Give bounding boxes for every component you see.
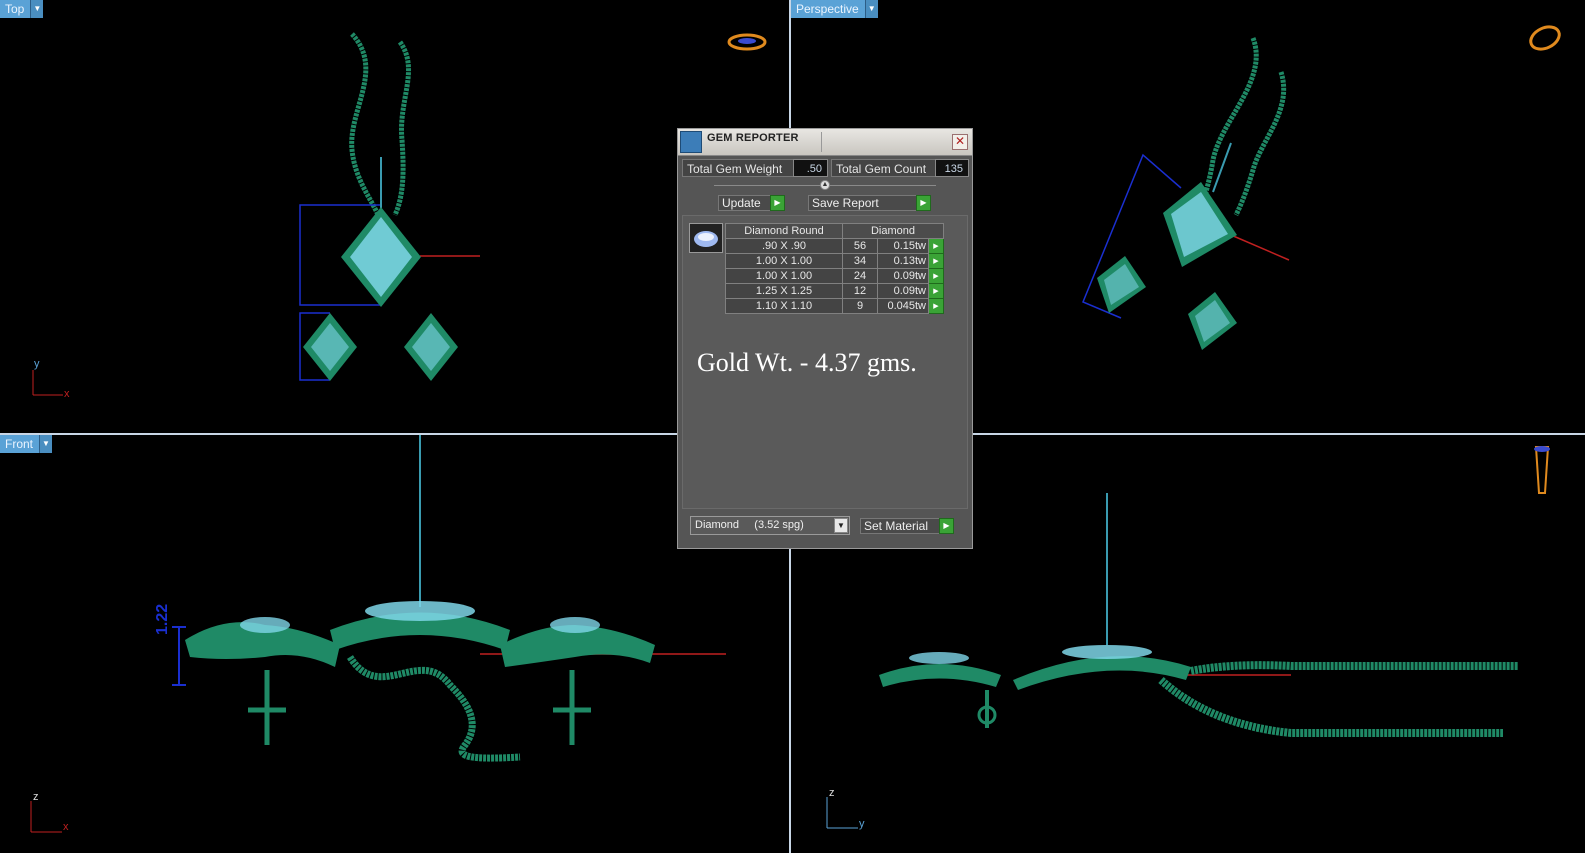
total-gem-count-value: 135 <box>935 159 969 177</box>
gem-reporter-icon <box>680 131 702 153</box>
report-panel: Diamond Round Diamond .90 X .90 56 0.15t… <box>682 215 968 509</box>
chevron-down-icon[interactable]: ▼ <box>834 518 848 533</box>
viewport-menu-chevron-icon[interactable]: ▼ <box>39 435 53 453</box>
table-row[interactable]: 1.00 X 1.00 34 0.13tw ▶ <box>725 253 944 269</box>
top-view-canvas <box>32 32 767 396</box>
ring-view-icon <box>1534 446 1550 494</box>
dimension-value: 1.22 <box>154 603 171 635</box>
gem-weight: 0.15tw <box>877 238 929 254</box>
select-row-arrow-icon[interactable]: ▶ <box>928 238 944 254</box>
gem-size: 1.10 X 1.10 <box>725 298 843 314</box>
dialog-titlebar[interactable]: GEM REPORTER ✕ <box>678 129 972 156</box>
viewport-menu-chevron-icon[interactable]: ▼ <box>30 0 44 18</box>
viewport-menu-chevron-icon[interactable]: ▼ <box>864 0 878 18</box>
play-arrow-icon[interactable]: ▶ <box>916 195 931 211</box>
save-report-button-label: Save Report <box>812 196 879 210</box>
axis-label-x: x <box>64 388 70 400</box>
totals-row: Total Gem Weight .50 Total Gem Count 135 <box>682 159 969 178</box>
select-row-arrow-icon[interactable]: ▶ <box>928 298 944 314</box>
axis-label-z: z <box>33 791 39 803</box>
gold-weight-text: Gold Wt. - 4.37 gms. <box>697 348 917 377</box>
ring-view-icon <box>1529 25 1561 51</box>
titlebar-divider <box>821 132 822 152</box>
total-gem-weight-value: .50 <box>793 159 828 177</box>
gem-table: Diamond Round Diamond .90 X .90 56 0.15t… <box>725 223 944 314</box>
gem-weight: 0.09tw <box>877 283 929 299</box>
diamond-round-thumbnail[interactable] <box>689 223 723 253</box>
viewport-top[interactable]: Top ▼ y x <box>0 0 789 433</box>
gem-count: 9 <box>842 298 878 314</box>
chain-right-strand <box>392 40 411 217</box>
gem-size: .90 X .90 <box>725 238 843 254</box>
table-row[interactable]: 1.00 X 1.00 24 0.09tw ▶ <box>725 268 944 284</box>
viewport-name[interactable]: Top <box>0 0 31 18</box>
material-select[interactable]: Diamond (3.52 spg) ▼ <box>690 516 850 535</box>
set-material-button[interactable]: Set Material ▶ <box>860 518 954 534</box>
collapse-toggle-icon[interactable]: ▲ <box>820 180 830 190</box>
material-row: Diamond (3.52 spg) ▼ Set Material ▶ <box>690 516 966 536</box>
viewport-label-front[interactable]: Front ▼ <box>0 435 53 453</box>
gem-size: 1.25 X 1.25 <box>725 283 843 299</box>
set-material-button-label: Set Material <box>864 519 929 533</box>
front-view-canvas <box>30 435 726 833</box>
dialog-title: GEM REPORTER <box>707 132 799 144</box>
gem-size: 1.00 X 1.00 <box>725 253 843 269</box>
select-row-arrow-icon[interactable]: ▶ <box>928 253 944 269</box>
play-arrow-icon[interactable]: ▶ <box>939 518 954 534</box>
gem-count: 56 <box>842 238 878 254</box>
save-report-button[interactable]: Save Report ▶ <box>808 195 931 211</box>
update-button-label: Update <box>722 196 761 210</box>
axis-label-y: y <box>859 818 865 830</box>
gem-weight: 0.13tw <box>877 253 929 269</box>
gem-reporter-dialog[interactable]: GEM REPORTER ✕ Total Gem Weight .50 Tota… <box>677 128 973 549</box>
axis-label-z: z <box>829 787 835 799</box>
viewport-front[interactable]: Front ▼ 1.22 z x <box>0 435 789 853</box>
material-select-value: Diamond (3.52 spg) <box>695 519 804 531</box>
viewport-label-perspective[interactable]: Perspective ▼ <box>791 0 878 18</box>
viewport-name[interactable]: Front <box>0 435 40 453</box>
table-row[interactable]: 1.10 X 1.10 9 0.045tw ▶ <box>725 298 944 314</box>
table-row[interactable]: 1.25 X 1.25 12 0.09tw ▶ <box>725 283 944 299</box>
gem-count: 34 <box>842 253 878 269</box>
viewport-label-top[interactable]: Top ▼ <box>0 0 44 18</box>
column-header-shape: Diamond Round <box>725 223 843 239</box>
gem-weight: 0.09tw <box>877 268 929 284</box>
total-gem-weight-label: Total Gem Weight <box>682 159 794 177</box>
update-button[interactable]: Update ▶ <box>718 195 785 211</box>
chain-left-strand <box>349 32 381 216</box>
gem-weight: 0.045tw <box>877 298 929 314</box>
select-row-arrow-icon[interactable]: ▶ <box>928 268 944 284</box>
close-icon[interactable]: ✕ <box>952 134 968 150</box>
table-row[interactable]: .90 X .90 56 0.15tw ▶ <box>725 238 944 254</box>
gem-count: 12 <box>842 283 878 299</box>
axis-label-x: x <box>63 821 69 833</box>
axis-label-y: y <box>34 358 40 370</box>
gem-size: 1.00 X 1.00 <box>725 268 843 284</box>
column-header-material: Diamond <box>842 223 944 239</box>
select-row-arrow-icon[interactable]: ▶ <box>928 283 944 299</box>
play-arrow-icon[interactable]: ▶ <box>770 195 785 211</box>
viewport-name[interactable]: Perspective <box>791 0 865 18</box>
gem-count: 24 <box>842 268 878 284</box>
total-gem-count-label: Total Gem Count <box>831 159 936 177</box>
